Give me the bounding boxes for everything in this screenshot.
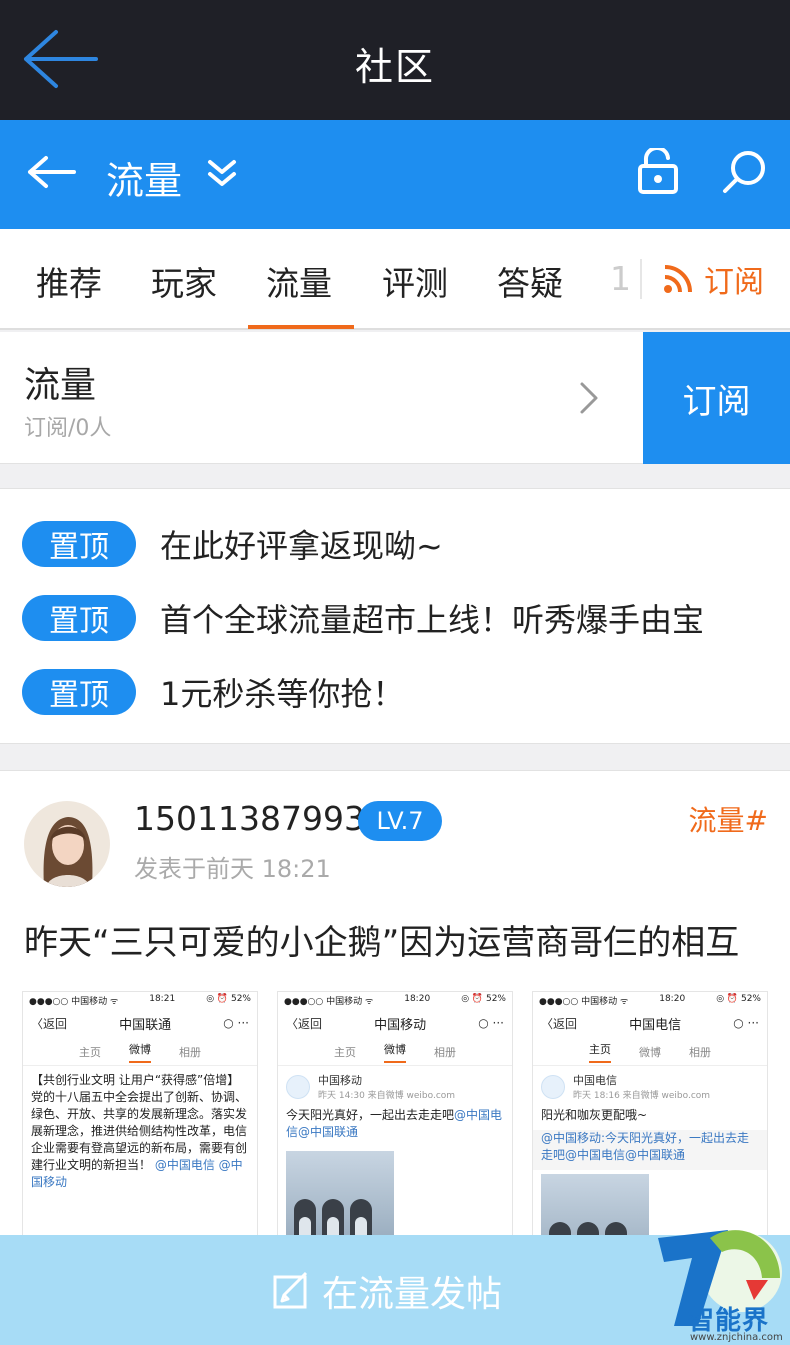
shot-title: 中国联通	[119, 1017, 172, 1033]
rss-icon	[664, 265, 692, 293]
post-author[interactable]: 15011387993	[134, 799, 365, 838]
channel-title[interactable]: 流量	[106, 150, 182, 205]
shot-actions: ○ ···	[733, 1016, 759, 1030]
pinned-post[interactable]: 置顶 在此好评拿返现呦~	[22, 521, 443, 567]
status-battery: ◎ ⏰ 52%	[461, 994, 506, 1004]
pinned-posts-list: 置顶 在此好评拿返现呦~ 置顶 首个全球流量超市上线！听秀爆手由宝 置顶 1元秒…	[0, 488, 790, 744]
channel-info-card[interactable]: 流量 订阅/0人 订阅	[0, 332, 790, 464]
shot-back: 〈返回	[541, 1016, 578, 1031]
shot-tab: 相册	[179, 1045, 201, 1059]
shot-tab: 主页	[589, 1041, 611, 1063]
chevron-double-down-icon[interactable]	[206, 156, 238, 190]
pinned-badge: 置顶	[22, 669, 136, 715]
account-meta: 昨天 18:16 来自微博 weibo.com	[573, 1091, 711, 1101]
avatar[interactable]	[24, 801, 110, 887]
chevron-right-icon	[580, 382, 598, 414]
status-carrier: ●●●○○ 中国移动 ᯤ	[539, 997, 629, 1007]
shot-tab: 主页	[79, 1045, 101, 1059]
subscriber-count: 订阅/0人	[24, 416, 112, 441]
channel-header-bar: 流量	[0, 120, 790, 229]
status-battery: ◎ ⏰ 52%	[716, 994, 761, 1004]
pinned-badge: 置顶	[22, 595, 136, 641]
status-carrier: ●●●○○ 中国移动 ᯤ	[284, 997, 374, 1007]
tab-divider	[640, 259, 642, 299]
post-images: ●●●○○ 中国移动 ᯤ 18:21 ◎ ⏰ 52% 〈返回 中国联通 ○ ··· 主页…	[22, 991, 768, 1251]
community-page: 社区 流量 推荐 玩家 流量 评测 答疑 1 订阅 流量 订阅/0人 订阅 置顶…	[0, 0, 790, 1345]
pinned-post[interactable]: 置顶 1元秒杀等你抢！	[22, 669, 404, 715]
category-tabs: 推荐 玩家 流量 评测 答疑 1 订阅	[0, 229, 790, 330]
compose-label: 在流量发帖	[322, 1274, 503, 1315]
shot-body: 阳光和咖灰更配哦~	[541, 1108, 648, 1122]
post-time: 发表于前天 18:21	[134, 855, 331, 883]
account-name: 中国移动	[318, 1074, 362, 1087]
watermark-logo: 智能界 www.znjchina.com	[650, 1218, 790, 1345]
status-carrier: ●●●○○ 中国移动 ᯤ	[29, 997, 119, 1007]
pinned-post-title: 首个全球流量超市上线！听秀爆手由宝	[160, 601, 705, 639]
post-title: 昨天“三只可爱的小企鹅”因为运营商哥仨的相互	[24, 923, 740, 963]
pinned-post-title: 1元秒杀等你抢！	[160, 675, 405, 713]
shot-tab: 相册	[434, 1045, 456, 1059]
status-battery: ◎ ⏰ 52%	[206, 994, 251, 1004]
status-time: 18:21	[149, 994, 176, 1004]
shot-body: 今天阳光真好，一起出去走走吧	[286, 1108, 455, 1122]
pinned-badge: 置顶	[22, 521, 136, 567]
back-arrow-icon[interactable]	[26, 154, 78, 190]
account-meta: 昨天 14:30 来自微博 weibo.com	[318, 1091, 456, 1101]
status-time: 18:20	[659, 994, 686, 1004]
account-name: 中国电信	[573, 1074, 617, 1087]
shot-back: 〈返回	[286, 1016, 323, 1031]
account-avatar	[286, 1074, 310, 1099]
post-image[interactable]: ●●●○○ 中国移动 ᯤ 18:20 ◎ ⏰ 52% 〈返回 中国移动 ○ ··· 主页…	[277, 991, 513, 1251]
compose-icon	[273, 1271, 308, 1309]
tab-players[interactable]: 玩家	[151, 257, 217, 305]
post-topic-tag[interactable]: 流量#	[689, 799, 768, 839]
tab-recommend[interactable]: 推荐	[36, 257, 102, 305]
tab-qa[interactable]: 答疑	[497, 257, 563, 305]
search-icon[interactable]	[720, 148, 768, 196]
shot-back: 〈返回	[31, 1016, 68, 1031]
channel-name: 流量	[24, 365, 97, 406]
subscribe-button[interactable]: 订阅	[643, 332, 790, 464]
shot-tab: 微博	[384, 1041, 406, 1063]
watermark-url: www.znjchina.com	[690, 1332, 783, 1343]
shot-tab: 微博	[639, 1045, 661, 1059]
shot-title: 中国移动	[374, 1017, 427, 1033]
account-avatar	[541, 1074, 565, 1099]
shot-tab: 主页	[334, 1045, 356, 1059]
tab-overflow[interactable]: 1	[610, 259, 631, 298]
shot-tab: 微博	[129, 1041, 151, 1063]
shot-actions: ○ ···	[223, 1016, 249, 1030]
top-navigation-bar: 社区	[0, 0, 790, 120]
shot-title: 中国电信	[629, 1017, 682, 1033]
pinned-post[interactable]: 置顶 首个全球流量超市上线！听秀爆手由宝	[22, 595, 704, 641]
shot-actions: ○ ···	[478, 1016, 504, 1030]
active-tab-indicator	[248, 325, 354, 329]
tab-traffic[interactable]: 流量	[266, 257, 332, 305]
shot-tab: 相册	[689, 1045, 711, 1059]
shot-mention: @中国移动:今天阳光真好，一起出去走走吧@中国电信@中国联通	[541, 1131, 750, 1162]
status-time: 18:20	[404, 994, 431, 1004]
post-image[interactable]: ●●●○○ 中国移动 ᯤ 18:20 ◎ ⏰ 52% 〈返回 中国电信 ○ ··· 主页…	[532, 991, 768, 1251]
subscribe-tab-label: 订阅	[704, 265, 764, 300]
subscribe-tab-button[interactable]: 订阅	[662, 257, 764, 301]
post-image[interactable]: ●●●○○ 中国移动 ᯤ 18:21 ◎ ⏰ 52% 〈返回 中国联通 ○ ··· 主页…	[22, 991, 258, 1251]
tab-review[interactable]: 评测	[382, 257, 448, 305]
page-title: 社区	[354, 45, 435, 89]
unlock-icon[interactable]	[636, 148, 680, 196]
level-badge: LV.7	[358, 801, 442, 841]
pinned-post-title: 在此好评拿返现呦~	[160, 527, 443, 565]
